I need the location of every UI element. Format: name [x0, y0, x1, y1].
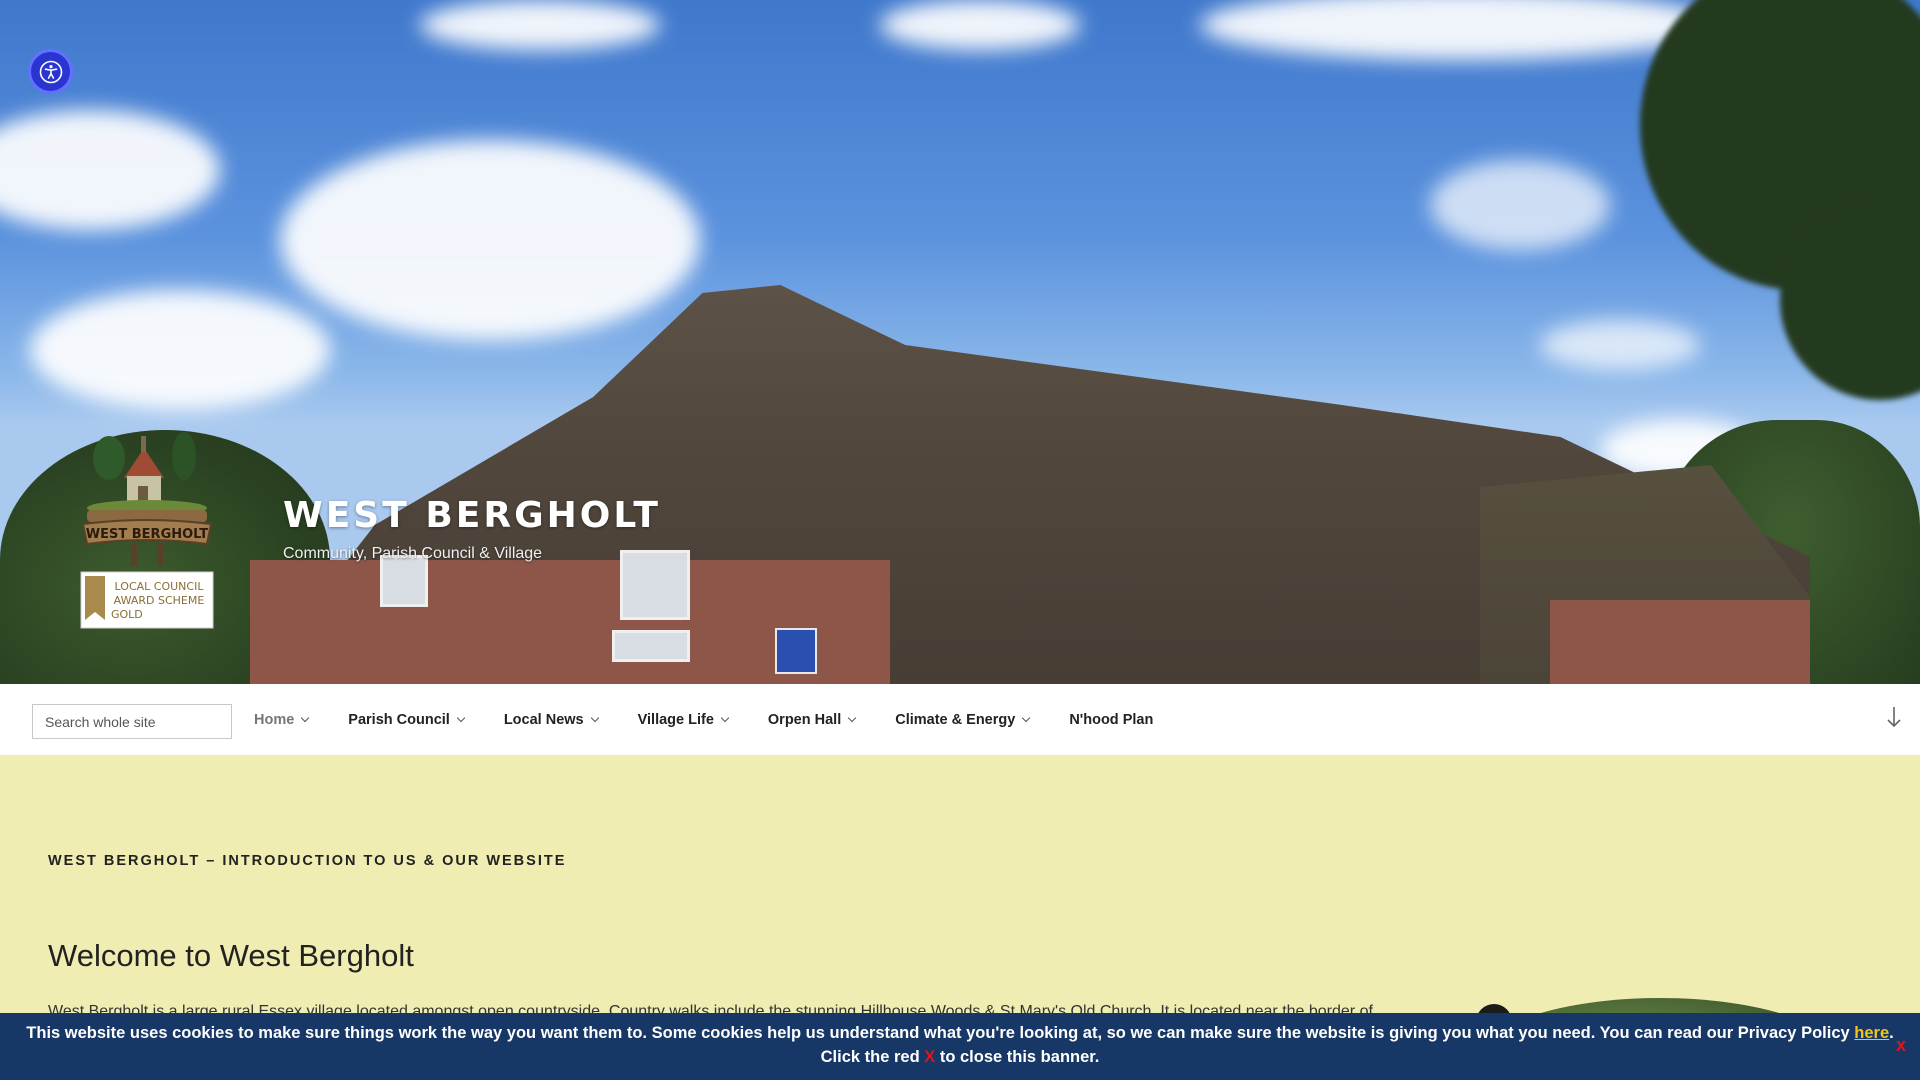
cloud: [0, 110, 220, 230]
close-icon[interactable]: x: [1896, 1033, 1906, 1057]
hall-wall-annex: [1550, 600, 1810, 684]
main-navigation: Home Parish Council Local News Village L…: [0, 684, 1920, 756]
chevron-down-icon: [590, 713, 599, 723]
search-input[interactable]: [32, 704, 232, 739]
hall-window: [620, 550, 690, 620]
nav-item-village-life[interactable]: Village Life: [638, 712, 748, 728]
logo-sign-text: WEST BERGHOLT: [86, 527, 209, 542]
nav-menu: Home Parish Council Local News Village L…: [254, 684, 1193, 756]
cookie-red-x: X: [924, 1048, 936, 1066]
page-heading: Welcome to West Bergholt: [48, 938, 414, 973]
chevron-down-icon: [720, 713, 730, 723]
cloud: [30, 290, 330, 410]
nav-item-label: Climate & Energy: [895, 712, 1016, 728]
accessibility-icon: [39, 60, 62, 83]
nav-item-label: Local News: [503, 712, 584, 728]
chevron-down-icon: [1022, 713, 1031, 723]
nav-item-home[interactable]: Home: [254, 712, 328, 728]
award-line-1: LOCAL COUNCIL: [115, 580, 205, 593]
cloud: [420, 0, 660, 50]
nav-item-label: Home: [254, 712, 295, 728]
nav-item-climate-energy[interactable]: Climate & Energy: [895, 712, 1049, 728]
nav-item-label: Village Life: [637, 712, 714, 728]
scroll-down-button[interactable]: [1882, 706, 1906, 732]
nav-item-label: Orpen Hall: [767, 712, 842, 728]
cloud: [280, 140, 700, 340]
nav-item-local-news[interactable]: Local News: [504, 712, 618, 728]
hall-sign: [612, 630, 690, 662]
cookie-text: to close this banner.: [935, 1048, 1100, 1066]
award-line-3: GOLD: [111, 608, 143, 621]
cloud: [1540, 320, 1700, 370]
award-line-2: AWARD SCHEME: [114, 594, 205, 607]
village-sign-logo[interactable]: WEST BERGHOLT LOCAL COUNCIL AWARD SCHEME…: [79, 428, 215, 630]
site-title[interactable]: WEST BERGHOLT: [283, 495, 661, 536]
nav-item-parish-council[interactable]: Parish Council: [348, 712, 484, 728]
cookie-text: This website uses cookies to make sure t…: [26, 1024, 1855, 1042]
cloud: [1200, 0, 1720, 60]
nav-item-nhood-plan[interactable]: N'hood Plan: [1069, 712, 1173, 728]
nav-item-label: Parish Council: [348, 712, 450, 728]
cloud: [1430, 160, 1610, 250]
nav-item-label: N'hood Plan: [1069, 712, 1154, 728]
entry-title: WEST BERGHOLT – INTRODUCTION TO US & OUR…: [48, 853, 567, 869]
chevron-down-icon: [847, 713, 857, 723]
chevron-down-icon: [456, 713, 466, 723]
cloud: [880, 0, 1080, 50]
chevron-down-icon: [301, 713, 310, 723]
accessibility-button[interactable]: [28, 49, 73, 94]
cookie-banner: This website uses cookies to make sure t…: [0, 1013, 1920, 1080]
site-tagline: Community, Parish Council & Village: [283, 545, 543, 562]
arrow-down-icon: [1887, 707, 1901, 728]
hero-header: WEST BERGHOLT LOCAL COUNCIL AWARD SCHEME…: [0, 0, 1920, 684]
privacy-policy-link[interactable]: here: [1854, 1024, 1889, 1042]
hall-blue-sign: [775, 628, 817, 674]
nav-item-orpen-hall[interactable]: Orpen Hall: [768, 712, 875, 728]
